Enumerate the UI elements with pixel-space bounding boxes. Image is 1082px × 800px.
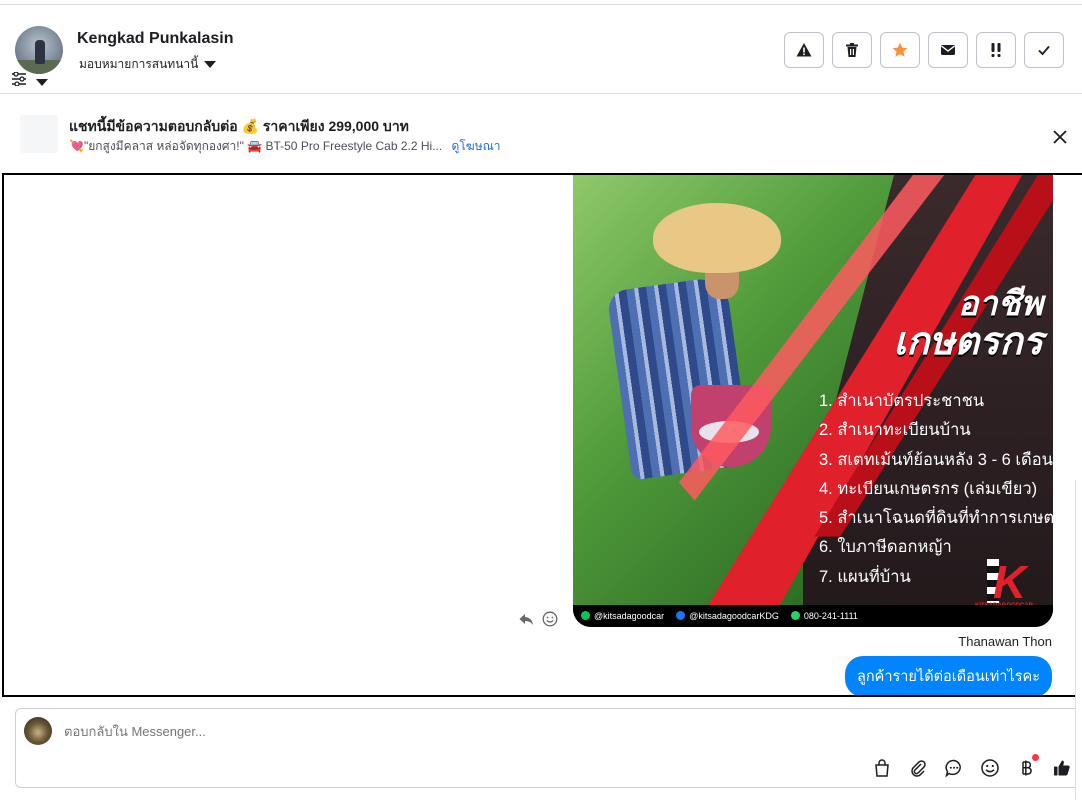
list-item: 3. สเตทเม้นท์ย้อนหลัง 3 - 6 เดือน	[819, 450, 1053, 469]
reply-icon[interactable]	[518, 611, 534, 627]
assign-conversation-dropdown[interactable]: มอบหมายการสนทนานี้	[79, 55, 217, 74]
inbox-conversation: Kengkad Punkalasin มอบหมายการสนทนานี้ แช…	[0, 0, 1082, 800]
line-contact: @kitsadagoodcar	[581, 611, 664, 621]
phone-contact: 080-241-1111	[790, 611, 858, 621]
ad-context-banner: แชทนี้มีข้อความตอบกลับต่อ 💰 ราคาเพียง 29…	[0, 95, 1082, 173]
brand-logo: K KITSADAGOODCAR	[975, 556, 1033, 609]
double-exclamation-icon	[991, 43, 1001, 57]
contact-avatar[interactable]	[15, 26, 63, 74]
mark-spam-button[interactable]	[784, 32, 824, 68]
list-item: 5. สำเนาโฉนดที่ดินที่ทำการเกษตร	[819, 509, 1053, 528]
whatsapp-icon	[790, 611, 800, 620]
notification-dot	[1032, 754, 1039, 761]
side-panel-edge	[1075, 480, 1082, 800]
close-icon[interactable]	[1050, 127, 1070, 147]
ad-thumbnail[interactable]	[20, 115, 58, 153]
list-item: 1. สำเนาบัตรประชาชน	[819, 392, 985, 410]
shop-button[interactable]	[871, 757, 893, 779]
emoji-reaction-icon[interactable]	[542, 611, 558, 627]
ad-subtitle: 💘"ยกสูงมีคลาส หล่อจัดทุกองศา!" 🚘 BT-50 P…	[69, 137, 500, 156]
warning-icon	[796, 43, 812, 57]
list-item: 4. ทะเบียนเกษตรกร (เล่มเขียว)	[819, 479, 1038, 498]
chevron-down-icon	[204, 61, 217, 68]
sender-name: Thanawan Thon	[958, 634, 1052, 649]
trash-icon	[846, 43, 858, 57]
ad-subtitle-text: 💘"ยกสูงมีคลาส หล่อจัดทุกองศา!" 🚘 BT-50 P…	[69, 139, 443, 153]
delete-button[interactable]	[832, 32, 872, 68]
assign-label: มอบหมายการสนทนานี้	[79, 57, 199, 71]
shared-post-image[interactable]: อาชีพ เกษตรกร 1. สำเนาบัตรประชาชน 2. สำเ…	[573, 175, 1053, 627]
contact-name[interactable]: Kengkad Punkalasin	[77, 30, 234, 48]
message-thread[interactable]: อาชีพ เกษตรกร 1. สำเนาบัตรประชาชน 2. สำเ…	[2, 173, 1082, 697]
emoji-icon	[981, 759, 999, 777]
follow-up-button[interactable]	[976, 32, 1016, 68]
mark-done-button[interactable]	[1024, 32, 1064, 68]
reply-input[interactable]	[64, 724, 764, 739]
attach-button[interactable]	[907, 757, 929, 779]
star-button[interactable]	[880, 32, 920, 68]
image-heading-line1: อาชีพ	[958, 285, 1043, 323]
reply-composer	[15, 708, 1082, 788]
image-heading-line2: เกษตรกร	[893, 320, 1043, 363]
emoji-button[interactable]	[979, 757, 1001, 779]
chevron-down-icon[interactable]	[36, 79, 48, 86]
page-avatar	[24, 717, 52, 745]
filter-sliders-icon[interactable]	[11, 72, 27, 86]
checkmark-icon	[1038, 45, 1050, 56]
message-actions	[518, 611, 558, 627]
list-item: 2. สำเนาทะเบียนบ้าน	[819, 421, 971, 440]
view-ad-link[interactable]: ดูโฆษณา	[452, 139, 501, 153]
image-footer: @kitsadagoodcar @kitsadagoodcarKDG 080-2…	[573, 605, 1053, 627]
like-button[interactable]	[1051, 757, 1073, 779]
chat-bubble-icon	[945, 759, 961, 778]
envelope-icon	[941, 45, 955, 55]
paperclip-icon	[911, 760, 926, 777]
saved-replies-button[interactable]	[943, 757, 965, 779]
ad-title: แชทนี้มีข้อความตอบกลับต่อ 💰 ราคาเพียง 29…	[69, 118, 409, 134]
facebook-icon	[676, 611, 686, 620]
mark-unread-button[interactable]	[928, 32, 968, 68]
line-icon	[581, 611, 590, 620]
header-actions	[784, 32, 1064, 68]
image-heading: อาชีพ เกษตรกร	[893, 285, 1043, 363]
baht-currency-icon	[1022, 760, 1032, 776]
message-bubble[interactable]: ลูกค้ารายได้ต่อเดือนเท่าไรคะ	[845, 656, 1052, 695]
star-icon	[892, 42, 908, 57]
shopping-bag-icon	[875, 759, 889, 777]
thumbs-up-icon	[1054, 760, 1070, 776]
payment-button[interactable]	[1015, 754, 1039, 779]
conversation-header: Kengkad Punkalasin มอบหมายการสนทนานี้	[0, 4, 1082, 94]
facebook-contact: @kitsadagoodcarKDG	[676, 611, 779, 621]
composer-toolbar	[871, 754, 1073, 779]
